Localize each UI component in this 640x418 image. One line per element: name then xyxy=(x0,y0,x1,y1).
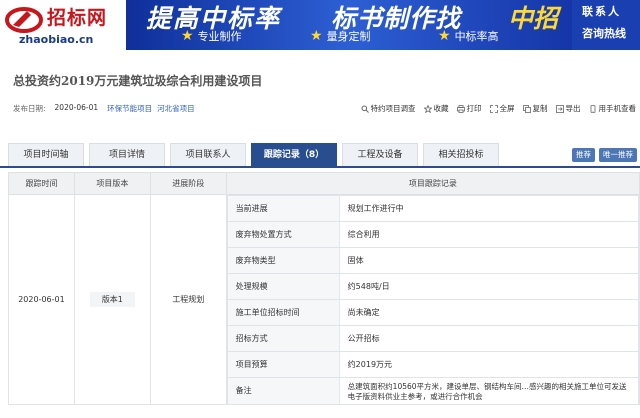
contact-person: 联系人 xyxy=(582,5,621,18)
detail-key: 项目预算 xyxy=(226,351,340,378)
export-icon xyxy=(555,104,564,113)
tracking-records-table: 跟踪时间 项目版本 进展阶段 项目跟踪记录 2020-06-01 版本1 工程规… xyxy=(8,172,640,405)
action-label: 全屏 xyxy=(499,104,515,113)
record-stage: 工程规划 xyxy=(149,194,227,405)
top-banner: 招标网 zhaobiao.cn 提高中标率 标书制作找 中招 ★ 专业制作 ★ … xyxy=(0,0,640,50)
star-icon xyxy=(423,104,432,113)
detail-row: 废弃物处置方式 综合利用 xyxy=(226,221,640,248)
print-action[interactable]: 打印 xyxy=(456,103,482,114)
detail-value: 总建筑面积约10560平方米，建设单层、钢结构车间…感兴趣的相关施工单位可发送电… xyxy=(338,377,640,404)
copy-action[interactable]: 复制 xyxy=(522,103,548,114)
action-label: 特约项目调查 xyxy=(370,104,416,113)
star-icon: ★ xyxy=(438,28,451,44)
detail-value: 尚未确定 xyxy=(338,299,640,326)
ad-slogan-highlight: 中招 xyxy=(508,4,559,33)
tab-contacts[interactable]: 项目联系人 xyxy=(170,143,246,166)
detail-row: 招标方式 公开招标 xyxy=(226,325,640,352)
tab-bar: 项目时间轴 项目详情 项目联系人 跟踪记录（8） 工程及设备 相关招投标 xyxy=(8,143,499,166)
header-records: 项目跟踪记录 xyxy=(225,172,640,195)
record-details: 当前进展 规划工作进行中 废弃物处置方式 综合利用 废弃物类型 固体 处理规模 … xyxy=(226,195,640,404)
detail-value: 规划工作进行中 xyxy=(338,195,640,222)
action-label: 复制 xyxy=(532,104,548,113)
copy-icon xyxy=(522,104,531,113)
header-stage: 进展阶段 xyxy=(149,172,227,195)
recommend-buttons: 推荐 唯一推荐 xyxy=(572,148,637,162)
publish-date: 2020-06-01 xyxy=(54,103,99,112)
record-version: 版本1 xyxy=(89,291,135,307)
detail-value: 公开招标 xyxy=(338,325,640,352)
detail-row: 处理规模 约548吨/日 xyxy=(226,273,640,300)
detail-key: 废弃物处置方式 xyxy=(226,221,340,248)
tab-tracking-records[interactable]: 跟踪记录（8） xyxy=(251,143,337,166)
detail-row: 施工单位招标时间 尚未确定 xyxy=(226,299,640,326)
survey-action[interactable]: 特约项目调查 xyxy=(361,103,416,114)
record-time: 2020-06-01 xyxy=(8,194,75,405)
tab-underline xyxy=(0,166,640,168)
project-meta: 发布日期: 2020-06-01 环保节能项目 河北省项目 xyxy=(13,103,195,114)
tab-timeline[interactable]: 项目时间轴 xyxy=(8,143,84,166)
ad-feature-3: ★ 中标率高 xyxy=(438,27,499,45)
printer-icon xyxy=(456,104,465,113)
publish-label: 发布日期: xyxy=(13,104,46,113)
contact-hotline: 咨询热线 xyxy=(582,27,626,40)
unique-recommend-button[interactable]: 唯一推荐 xyxy=(599,148,637,162)
detail-value: 综合利用 xyxy=(338,221,640,248)
table-row: 2020-06-01 版本1 工程规划 当前进展 规划工作进行中 废弃物处置方式… xyxy=(8,194,640,405)
detail-key: 当前进展 xyxy=(226,195,340,222)
detail-row: 项目预算 约2019万元 xyxy=(226,351,640,378)
record-details-cell: 当前进展 规划工作进行中 废弃物处置方式 综合利用 废弃物类型 固体 处理规模 … xyxy=(225,194,640,405)
expand-icon xyxy=(489,104,498,113)
ad-feature-2: ★ 量身定制 xyxy=(310,27,371,45)
table-header-row: 跟踪时间 项目版本 进展阶段 项目跟踪记录 xyxy=(8,172,640,195)
search-icon xyxy=(361,105,369,113)
export-action[interactable]: 导出 xyxy=(555,103,581,114)
logo-text-en: zhaobiao.cn xyxy=(19,33,94,46)
detail-key: 备注 xyxy=(226,377,340,404)
recommend-button[interactable]: 推荐 xyxy=(572,148,595,162)
record-version-cell: 版本1 xyxy=(73,194,151,405)
contact-panel[interactable]: 联系人 咨询热线 xyxy=(572,0,640,50)
detail-value: 约548吨/日 xyxy=(338,273,640,300)
detail-row: 备注 总建筑面积约10560平方米，建设单层、钢结构车间…感兴趣的相关施工单位可… xyxy=(226,377,640,404)
ad-feature-label: 专业制作 xyxy=(197,30,242,43)
mobile-view-action[interactable]: 用手机查看 xyxy=(589,103,637,114)
detail-key: 废弃物类型 xyxy=(226,247,340,274)
star-icon: ★ xyxy=(181,28,194,44)
action-label: 收藏 xyxy=(433,104,449,113)
ad-feature-1: ★ 专业制作 xyxy=(181,27,242,45)
action-label: 打印 xyxy=(466,104,482,113)
detail-row: 当前进展 规划工作进行中 xyxy=(226,195,640,222)
tab-details[interactable]: 项目详情 xyxy=(89,143,165,166)
phone-icon xyxy=(590,104,595,113)
header-time: 跟踪时间 xyxy=(8,172,75,195)
fullscreen-action[interactable]: 全屏 xyxy=(489,103,515,114)
detail-key: 施工单位招标时间 xyxy=(226,299,340,326)
category-link[interactable]: 环保节能项目 xyxy=(107,103,152,114)
star-icon: ★ xyxy=(310,28,323,44)
site-logo[interactable]: 招标网 zhaobiao.cn xyxy=(3,2,123,48)
logo-swoosh-icon xyxy=(5,7,43,33)
detail-row: 废弃物类型 固体 xyxy=(226,247,640,274)
favorite-action[interactable]: 收藏 xyxy=(423,103,449,114)
detail-key: 处理规模 xyxy=(226,273,340,300)
tab-equipment[interactable]: 工程及设备 xyxy=(342,143,418,166)
action-label: 用手机查看 xyxy=(598,104,637,113)
logo-text-cn: 招标网 xyxy=(47,7,108,29)
detail-value: 固体 xyxy=(338,247,640,274)
detail-key: 招标方式 xyxy=(226,325,340,352)
header-version: 项目版本 xyxy=(73,172,151,195)
detail-value: 约2019万元 xyxy=(338,351,640,378)
tab-related-bids[interactable]: 相关招投标 xyxy=(423,143,499,166)
region-link[interactable]: 河北省项目 xyxy=(157,103,195,114)
page-title: 总投资约2019万元建筑垃圾综合利用建设项目 xyxy=(13,74,263,88)
ad-feature-label: 量身定制 xyxy=(326,30,371,43)
action-toolbar: 特约项目调查 收藏 打印 全屏 复制 导出 用手机查看 xyxy=(361,103,637,114)
ad-feature-label: 中标率高 xyxy=(454,30,499,43)
ad-banner[interactable]: 提高中标率 标书制作找 中招 ★ 专业制作 ★ 量身定制 ★ 中标率高 xyxy=(126,0,572,50)
action-label: 导出 xyxy=(565,104,581,113)
